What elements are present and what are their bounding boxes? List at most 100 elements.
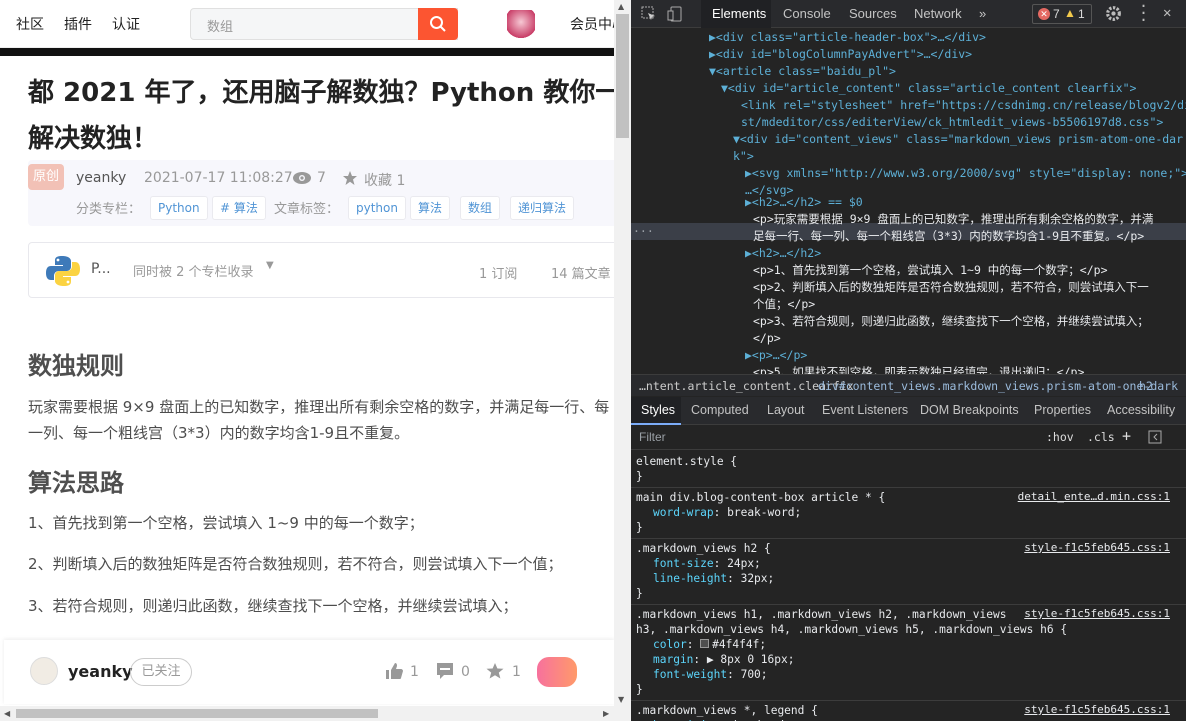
- like-icon[interactable]: [384, 662, 404, 680]
- css-property[interactable]: color: [653, 638, 687, 651]
- dom-node-line[interactable]: ▼<div id="article_content" class="articl…: [721, 80, 1136, 97]
- dom-node-line[interactable]: k">: [733, 148, 754, 165]
- tab-computed[interactable]: Computed: [691, 403, 749, 417]
- filter-input[interactable]: Filter: [639, 430, 666, 444]
- comment-icon[interactable]: [435, 662, 455, 680]
- nav-certify[interactable]: 认证: [112, 14, 140, 34]
- chevron-down-icon[interactable]: ▼: [266, 260, 274, 271]
- column-card[interactable]: P... 同时被 2 个专栏收录 ▼ 1 订阅 14 篇文章: [28, 242, 614, 298]
- favorite-star-icon[interactable]: [485, 662, 505, 680]
- scroll-left-arrow-icon[interactable]: ◀: [4, 709, 10, 718]
- css-declaration[interactable]: color: #4f4f4f;: [653, 637, 766, 652]
- tag-recursion[interactable]: 递归算法: [510, 196, 575, 220]
- css-selector-cont[interactable]: h3, .markdown_views h4, .markdown_views …: [636, 622, 1067, 637]
- vertical-scroll-thumb[interactable]: [616, 14, 629, 138]
- css-property[interactable]: margin: [653, 653, 693, 666]
- dom-node-line[interactable]: ▶<div class="article-header-box">…</div>: [709, 29, 986, 46]
- inspect-element-icon[interactable]: [641, 6, 657, 22]
- star-icon[interactable]: [342, 170, 358, 186]
- css-declaration[interactable]: font-size: 24px;: [653, 556, 761, 571]
- css-declaration[interactable]: line-height: 32px;: [653, 571, 774, 586]
- close-icon[interactable]: ✕: [1163, 5, 1171, 21]
- dom-node-line[interactable]: 个值；</p>: [753, 296, 815, 313]
- css-property[interactable]: word-wrap: [653, 506, 714, 519]
- dom-node-line[interactable]: </p>: [753, 330, 781, 347]
- nav-plugins[interactable]: 插件: [64, 14, 92, 34]
- ellipsis-icon[interactable]: ···: [633, 223, 654, 240]
- dom-node-line[interactable]: ▶<p>…</p>: [745, 347, 807, 364]
- category-tag-algorithm[interactable]: # 算法: [212, 196, 266, 220]
- search-button[interactable]: [418, 8, 458, 40]
- tag-python[interactable]: python: [348, 196, 406, 220]
- reward-icon[interactable]: [537, 657, 577, 687]
- css-property[interactable]: font-size: [653, 557, 714, 570]
- device-toolbar-icon[interactable]: [667, 6, 683, 22]
- class-toggle[interactable]: .cls: [1087, 430, 1115, 444]
- css-value[interactable]: 700;: [741, 668, 768, 681]
- dom-node-line[interactable]: st/mdeditor/css/editerView/ck_htmledit_v…: [741, 114, 1163, 131]
- tab-event-listeners[interactable]: Event Listeners: [822, 403, 908, 417]
- dom-node-line[interactable]: ▶<h2>…</h2> == $0: [745, 194, 863, 211]
- dom-node-line[interactable]: ▶<h2>…</h2>: [745, 245, 821, 262]
- tab-elements[interactable]: Elements: [712, 6, 766, 21]
- dom-node-line[interactable]: <p>2、判断填入后的数独矩阵是否符合数独规则，若不符合，则尝试填入下一: [753, 279, 1149, 296]
- css-selector[interactable]: element.style {: [636, 454, 737, 469]
- dom-node-line[interactable]: <link rel="stylesheet" href="https://csd…: [741, 97, 1186, 114]
- css-source-link[interactable]: style-f1c5feb645.css:1: [1024, 607, 1170, 620]
- tab-sources[interactable]: Sources: [849, 6, 897, 21]
- tab-properties[interactable]: Properties: [1034, 403, 1091, 417]
- tab-network[interactable]: Network: [914, 6, 962, 21]
- scroll-up-arrow-icon[interactable]: ▲: [618, 2, 624, 11]
- dom-node-line[interactable]: ▼<div id="content_views" class="markdown…: [733, 131, 1183, 148]
- kebab-menu-icon[interactable]: · · ·: [1139, 0, 1148, 28]
- css-declaration[interactable]: word-wrap: break-word;: [653, 505, 801, 520]
- category-tag-python[interactable]: Python: [150, 196, 208, 220]
- user-avatar[interactable]: [507, 10, 535, 40]
- css-value[interactable]: 32px;: [741, 572, 775, 585]
- scroll-right-arrow-icon[interactable]: ▶: [603, 709, 609, 718]
- css-declaration[interactable]: font-weight: 700;: [653, 667, 768, 682]
- tab-console[interactable]: Console: [783, 6, 831, 21]
- hover-toggle[interactable]: :hov: [1046, 430, 1074, 444]
- tab-accessibility[interactable]: Accessibility: [1107, 403, 1175, 417]
- tag-array[interactable]: 数组: [460, 196, 501, 220]
- dom-node-line[interactable]: ▼<article class="baidu_pl">: [709, 63, 896, 80]
- dom-node-line[interactable]: 足每一行、每一列、每一个粗线宫（3*3）内的数字均含1-9且不重复。</p>: [753, 228, 1144, 245]
- issues-badge[interactable]: ✕ 7 ▲ 1: [1032, 4, 1092, 24]
- dom-node-line[interactable]: ▶<div id="blogColumnPayAdvert">…</div>: [709, 46, 972, 63]
- column-name[interactable]: P...: [91, 261, 111, 277]
- css-source-link[interactable]: style-f1c5feb645.css:1: [1024, 541, 1170, 554]
- author-name[interactable]: yeanky: [76, 170, 126, 186]
- css-property[interactable]: font-weight: [653, 668, 727, 681]
- tab-layout[interactable]: Layout: [767, 403, 805, 417]
- breadcrumb-item-current[interactable]: div#content_views.markdown_views.prism-a…: [818, 375, 1178, 397]
- css-source-link[interactable]: style-f1c5feb645.css:1: [1024, 703, 1170, 716]
- css-property[interactable]: line-height: [653, 572, 727, 585]
- settings-gear-icon[interactable]: [1105, 5, 1122, 22]
- toolbar-author-name[interactable]: yeanky: [68, 662, 133, 681]
- css-selector[interactable]: .markdown_views h1, .markdown_views h2, …: [636, 607, 1006, 622]
- css-value[interactable]: 24px;: [727, 557, 761, 570]
- css-selector[interactable]: .markdown_views *, legend {: [636, 703, 818, 718]
- follow-button[interactable]: 已关注: [130, 658, 192, 686]
- tab-dom-breakpoints[interactable]: DOM Breakpoints: [920, 403, 1019, 417]
- css-value[interactable]: #4f4f4f;: [712, 638, 766, 651]
- dom-node-line[interactable]: <p>玩家需要根据 9×9 盘面上的已知数字，推理出所有剩余空格的数字，并满: [753, 211, 1153, 228]
- dom-node-line[interactable]: ▶<svg xmlns="http://www.w3.org/2000/svg"…: [745, 165, 1186, 182]
- scroll-down-arrow-icon[interactable]: ▼: [618, 695, 624, 704]
- add-rule-icon[interactable]: +: [1122, 427, 1131, 445]
- breadcrumb-item-h2[interactable]: h2: [1139, 375, 1153, 397]
- more-tabs-button[interactable]: »: [979, 6, 986, 21]
- css-selector[interactable]: main div.blog-content-box article * {: [636, 490, 885, 505]
- column-collection-info[interactable]: 同时被 2 个专栏收录: [133, 261, 254, 280]
- tag-algorithm[interactable]: 算法: [410, 196, 451, 220]
- css-value[interactable]: ▶ 8px 0 16px;: [707, 653, 795, 666]
- nav-community[interactable]: 社区: [16, 14, 44, 34]
- dom-node-line[interactable]: <p>3、若符合规则，则递归此函数，继续查找下一个空格，并继续尝试填入；: [753, 313, 1149, 330]
- css-value[interactable]: break-word;: [727, 506, 801, 519]
- css-declaration[interactable]: margin: ▶ 8px 0 16px;: [653, 652, 794, 667]
- favorite-count[interactable]: 收藏 1: [364, 170, 405, 190]
- dom-node-line[interactable]: <p>1、首先找到第一个空格，尝试填入 1~9 中的每一个数字；</p>: [753, 262, 1108, 279]
- author-avatar[interactable]: [30, 657, 58, 685]
- color-swatch-icon[interactable]: [700, 639, 710, 648]
